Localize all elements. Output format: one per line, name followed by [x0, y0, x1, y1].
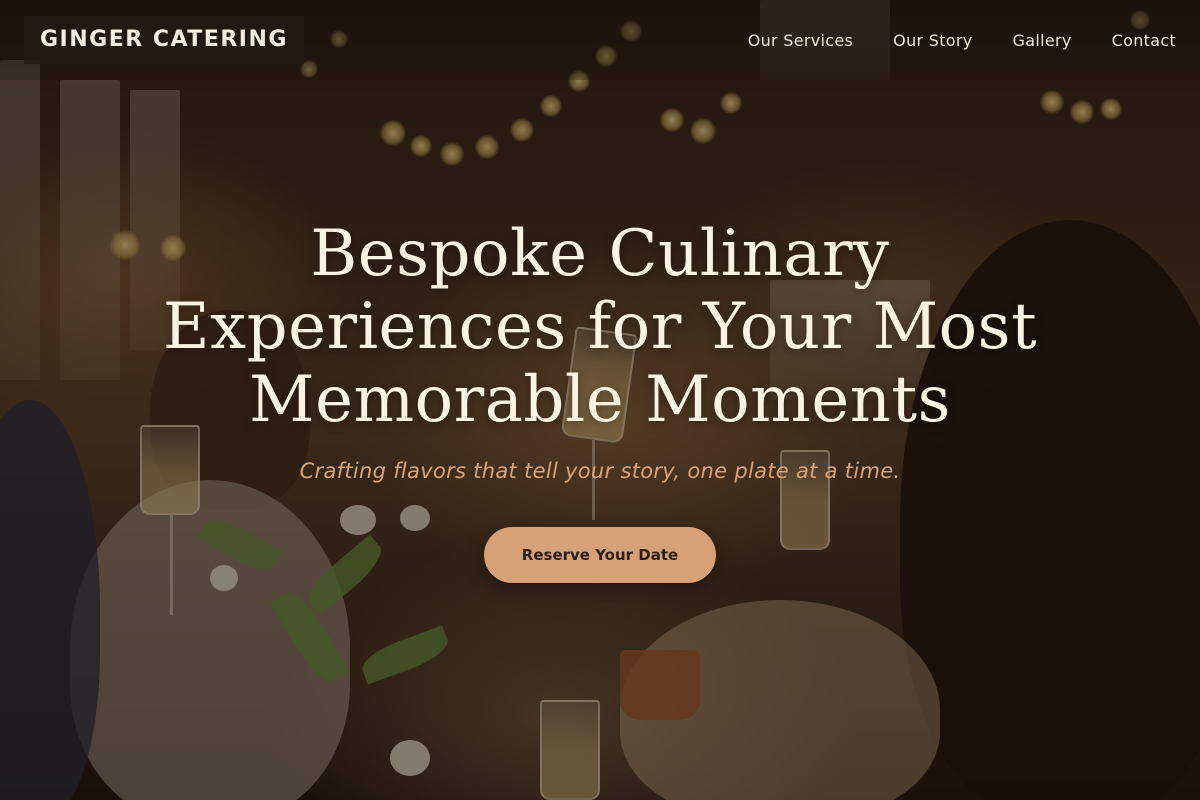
- hero-tagline: Crafting flavors that tell your story, o…: [299, 459, 901, 483]
- hero-content: Bespoke Culinary Experiences for Your Mo…: [0, 0, 1200, 800]
- hero-headline: Bespoke Culinary Experiences for Your Mo…: [162, 217, 1038, 437]
- reserve-date-button[interactable]: Reserve Your Date: [484, 527, 716, 583]
- hero-section: GINGER CATERING Our Services Our Story G…: [0, 0, 1200, 800]
